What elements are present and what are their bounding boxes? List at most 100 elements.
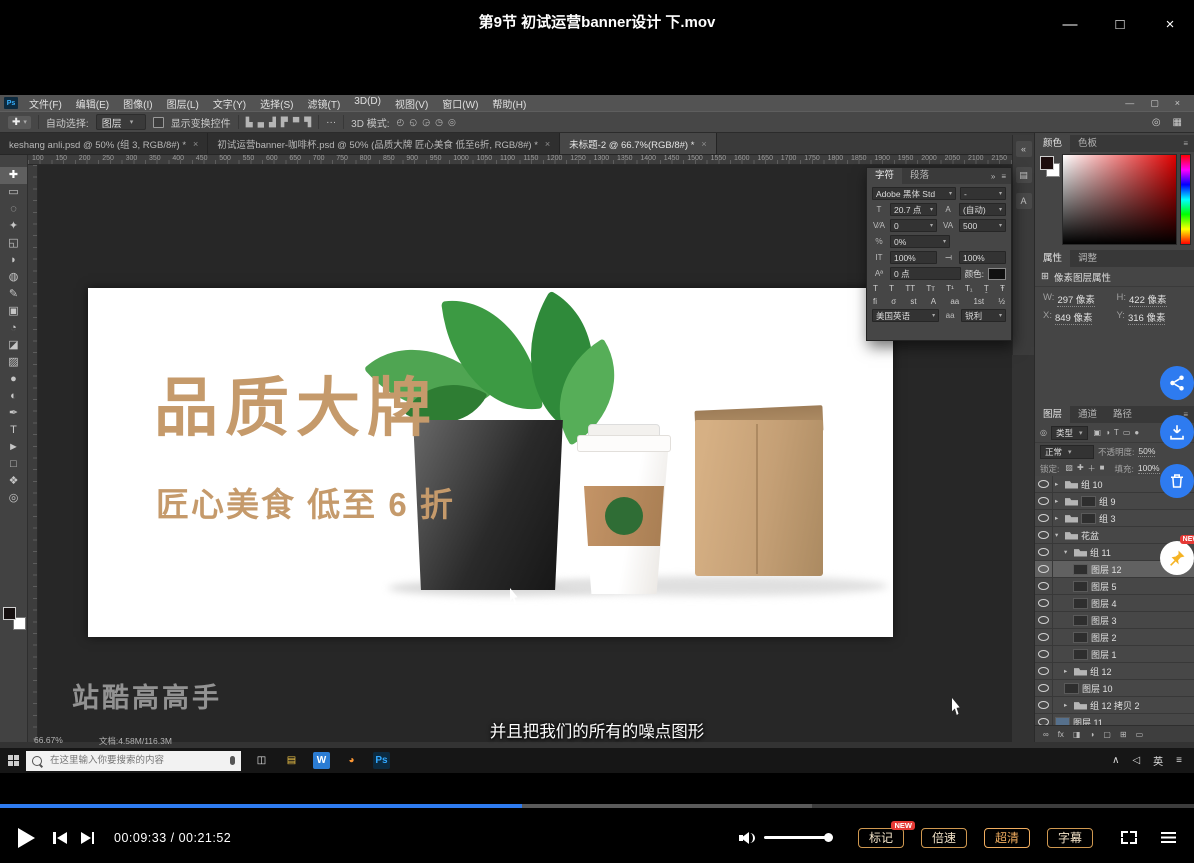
menu-item-5[interactable]: 选择(S)	[253, 96, 300, 111]
layer-visibility-toggle[interactable]	[1035, 510, 1053, 526]
filter-shape-icon[interactable]: ▭	[1123, 428, 1131, 437]
small-caps-button[interactable]: Tт	[926, 284, 935, 293]
layer-visibility-toggle[interactable]	[1035, 476, 1053, 492]
3d-roll-icon[interactable]: ◵	[409, 117, 417, 128]
delete-button[interactable]	[1160, 464, 1194, 498]
layer-visibility-toggle[interactable]	[1035, 578, 1053, 594]
close-button[interactable]: ×	[1160, 16, 1180, 33]
x-value[interactable]: 849 像素	[1055, 310, 1093, 325]
layer-name[interactable]: 图层 10	[1082, 682, 1113, 695]
text-color-swatch[interactable]	[988, 268, 1006, 280]
clone-stamp-tool[interactable]: ▣	[0, 303, 27, 320]
horizontal-scale-field[interactable]: 100%	[959, 251, 1006, 264]
layer-visibility-toggle[interactable]	[1035, 629, 1053, 645]
stylistic-alt-button[interactable]: st	[910, 297, 916, 306]
antialias-select[interactable]: 锐利▾	[961, 309, 1006, 322]
eraser-tool[interactable]: ◪	[0, 337, 27, 354]
start-button[interactable]	[0, 748, 26, 773]
align-bottom-icon[interactable]: ▜	[304, 117, 311, 128]
layer-row[interactable]: ▸组 12 拷贝 2	[1035, 697, 1194, 714]
volume-icon[interactable]	[739, 831, 755, 845]
width-value[interactable]: 297 像素	[1057, 292, 1095, 307]
pen-tool[interactable]: ✒	[0, 405, 27, 422]
expand-collapse-arrow[interactable]: ▸	[1055, 480, 1062, 488]
download-button[interactable]	[1160, 415, 1194, 449]
baseline-shift-field[interactable]: 0 点	[890, 267, 961, 280]
layer-row[interactable]: 图层 4	[1035, 595, 1194, 612]
layer-visibility-toggle[interactable]	[1035, 680, 1053, 696]
3d-scale-icon[interactable]: ◎	[448, 117, 456, 128]
file-explorer-icon[interactable]: ▤	[283, 752, 300, 769]
foreground-color-swatch[interactable]	[3, 607, 16, 620]
lock-transparency-icon[interactable]: ▨	[1065, 463, 1073, 474]
layer-visibility-toggle[interactable]	[1035, 663, 1053, 679]
faux-italic-button[interactable]: T	[889, 284, 894, 293]
progress-bar[interactable]	[0, 804, 1194, 808]
height-value[interactable]: 422 像素	[1129, 292, 1167, 307]
expand-collapse-arrow[interactable]: ▾	[1055, 531, 1062, 539]
move-tool[interactable]: ✚	[0, 167, 27, 184]
zoom-tool[interactable]: ◎	[0, 490, 27, 507]
layer-filter-dropdown[interactable]: 类型▾	[1051, 426, 1088, 440]
font-size-field[interactable]: 20.7 点▾	[890, 203, 937, 216]
lock-pixels-icon[interactable]: ✚	[1077, 463, 1084, 474]
gradient-tool[interactable]: ▨	[0, 354, 27, 371]
ligatures-button[interactable]: fi	[873, 297, 877, 306]
layer-visibility-toggle[interactable]	[1035, 612, 1053, 628]
previous-button[interactable]	[53, 832, 67, 844]
layer-name[interactable]: 图层 12	[1091, 563, 1122, 576]
font-style-select[interactable]: -▾	[960, 187, 1006, 200]
ordinals-button[interactable]: 1st	[973, 297, 984, 306]
language-select[interactable]: 美国英语▾	[872, 309, 939, 322]
filter-smart-icon[interactable]: ●	[1134, 428, 1139, 437]
menu-item-0[interactable]: 文件(F)	[22, 96, 69, 111]
ps-minimize-icon[interactable]: —	[1125, 98, 1134, 109]
filter-type-icon[interactable]: T	[1114, 428, 1119, 437]
filter-pixel-icon[interactable]: ▣	[1094, 428, 1102, 437]
chip-2[interactable]: 超清	[984, 828, 1030, 848]
dodge-tool[interactable]: ◐	[0, 388, 27, 405]
close-tab-icon[interactable]: ×	[701, 139, 706, 149]
document-tab-2[interactable]: 未标题-2 @ 66.7%(RGB/8#) *×	[560, 133, 717, 154]
layer-visibility-toggle[interactable]	[1035, 646, 1053, 662]
menu-item-8[interactable]: 视图(V)	[388, 96, 435, 111]
expand-collapse-arrow[interactable]: ▸	[1055, 514, 1062, 522]
taskbar-search[interactable]	[26, 751, 241, 771]
banner-canvas[interactable]: 品质大牌 匠心美食 低至 6 折	[88, 288, 893, 637]
align-left-icon[interactable]: ▙	[246, 117, 253, 128]
type-tool[interactable]: T	[0, 422, 27, 439]
current-tool-indicator[interactable]: ✚ ▾	[8, 116, 31, 129]
menu-item-9[interactable]: 窗口(W)	[435, 96, 485, 111]
layer-name[interactable]: 组 12	[1090, 665, 1112, 678]
shape-tool[interactable]: □	[0, 456, 27, 473]
hand-tool[interactable]: ❖	[0, 473, 27, 490]
language-indicator[interactable]: 英	[1153, 753, 1163, 768]
photoshop-icon[interactable]: Ps	[373, 752, 390, 769]
chip-0[interactable]: 标记NEW	[858, 828, 904, 848]
lock-position-icon[interactable]: ＋	[1088, 463, 1096, 474]
strikethrough-button[interactable]: Ŧ	[1000, 284, 1005, 293]
crop-tool[interactable]: ◱	[0, 235, 27, 252]
layer-name[interactable]: 组 3	[1099, 512, 1116, 525]
hue-slider[interactable]	[1180, 154, 1191, 245]
layer-name[interactable]: 组 10	[1081, 478, 1103, 491]
volume-knob[interactable]	[824, 833, 833, 842]
blur-tool[interactable]: ●	[0, 371, 27, 388]
lock-all-icon[interactable]: ■	[1100, 463, 1105, 474]
tab-properties-0[interactable]: 属性	[1035, 250, 1070, 267]
menu-item-2[interactable]: 图像(I)	[116, 96, 159, 111]
volume-control[interactable]	[739, 831, 832, 845]
expand-collapse-arrow[interactable]: ▸	[1064, 667, 1071, 675]
history-brush-tool[interactable]: ◔	[0, 320, 27, 337]
close-tab-icon[interactable]: ×	[545, 139, 550, 149]
layer-name[interactable]: 图层 1	[1091, 648, 1117, 661]
layer-visibility-toggle[interactable]	[1035, 697, 1053, 713]
align-center-v-icon[interactable]: ▀	[293, 117, 299, 128]
marquee-tool[interactable]: ▭	[0, 184, 27, 201]
document-tab-0[interactable]: keshang anli.psd @ 50% (组 3, RGB/8#) *×	[0, 133, 208, 154]
tab-layers-2[interactable]: 路径	[1105, 406, 1140, 423]
font-family-select[interactable]: Adobe 黑体 Std▾	[872, 187, 956, 200]
ps-close-icon[interactable]: ×	[1175, 98, 1180, 109]
path-select-tool[interactable]: ►	[0, 439, 27, 456]
playlist-button[interactable]	[1161, 832, 1176, 843]
